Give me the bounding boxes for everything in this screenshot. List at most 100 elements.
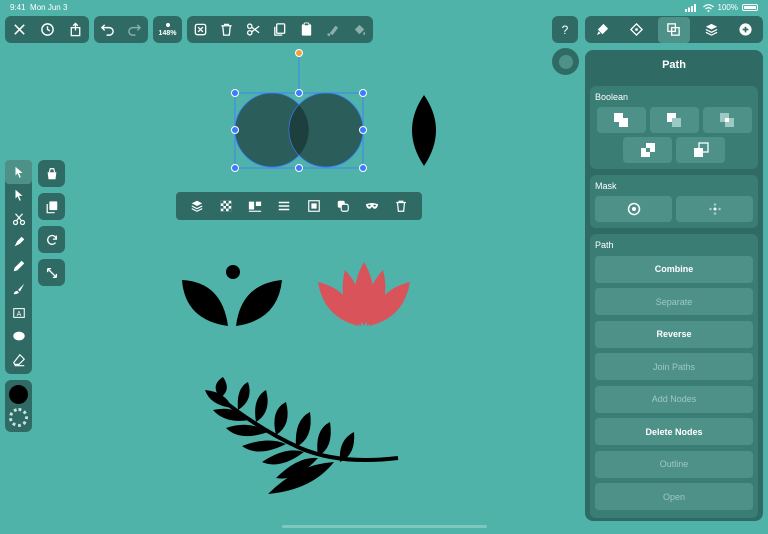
unmask-button[interactable] bbox=[676, 196, 753, 222]
mask-label: Mask bbox=[595, 181, 617, 191]
mask-button[interactable] bbox=[595, 196, 672, 222]
status-bar: 9:41 Mon Jun 3 100% bbox=[0, 0, 768, 14]
rotate-button[interactable] bbox=[38, 226, 65, 253]
union-button[interactable] bbox=[596, 107, 646, 133]
scissors-tool[interactable] bbox=[5, 207, 32, 231]
undo-icon[interactable] bbox=[95, 17, 121, 43]
reverse-button[interactable]: Reverse bbox=[595, 320, 753, 348]
wifi-icon bbox=[702, 3, 714, 12]
scissors-icon bbox=[12, 213, 25, 225]
scissors-icon[interactable] bbox=[240, 17, 266, 43]
context-toolbar bbox=[176, 192, 422, 220]
basket-icon bbox=[47, 167, 56, 179]
add-nodes-button[interactable]: Add Nodes bbox=[595, 385, 753, 413]
selection-options-button[interactable] bbox=[38, 160, 65, 187]
color-well bbox=[5, 380, 32, 432]
color-swatch-icon bbox=[558, 54, 573, 69]
status-time: 9:41 Mon Jun 3 bbox=[10, 3, 68, 12]
pen-tool[interactable] bbox=[5, 231, 32, 255]
divide-button[interactable] bbox=[676, 137, 725, 163]
branch-shape bbox=[205, 377, 399, 494]
path-label: Path bbox=[595, 240, 614, 250]
redo-icon[interactable] bbox=[122, 17, 148, 43]
duplicate-icon bbox=[46, 200, 57, 213]
paint-icon[interactable] bbox=[320, 17, 346, 43]
trash-icon[interactable] bbox=[214, 17, 240, 43]
file-toolbar bbox=[5, 16, 89, 43]
close-icon[interactable] bbox=[6, 17, 32, 43]
pen-icon bbox=[14, 237, 24, 247]
pencil-tool[interactable] bbox=[5, 254, 32, 278]
node-tool[interactable] bbox=[5, 184, 32, 208]
selection-bounds[interactable] bbox=[231, 49, 367, 172]
trash-icon[interactable] bbox=[394, 199, 408, 213]
node-arrow-icon bbox=[15, 190, 22, 201]
brush-icon bbox=[13, 284, 24, 295]
ellipse-tool[interactable] bbox=[5, 325, 32, 349]
mask-circle-icon bbox=[627, 202, 640, 216]
intersect-button[interactable] bbox=[702, 107, 752, 133]
share-icon[interactable] bbox=[62, 17, 88, 43]
distribute-icon[interactable] bbox=[277, 199, 291, 213]
selection-tool[interactable] bbox=[5, 160, 32, 184]
boolean-section: Boolean bbox=[590, 86, 758, 169]
pencil-icon bbox=[13, 260, 24, 271]
divide-icon bbox=[693, 142, 709, 157]
subtract-icon bbox=[667, 113, 681, 127]
paste-icon[interactable] bbox=[294, 17, 320, 43]
unmask-icon bbox=[708, 203, 721, 215]
layers-icon[interactable] bbox=[190, 199, 204, 213]
copy-icon[interactable] bbox=[267, 17, 293, 43]
inspector-toolbar bbox=[585, 16, 763, 43]
node-icon[interactable] bbox=[624, 17, 650, 43]
layers-icon[interactable] bbox=[698, 17, 724, 43]
home-indicator[interactable] bbox=[282, 525, 487, 528]
text-tool[interactable]: A bbox=[5, 301, 32, 325]
eraser-tool[interactable] bbox=[5, 348, 32, 372]
battery-percent: 100% bbox=[717, 3, 738, 12]
exclude-button[interactable] bbox=[623, 137, 672, 163]
edit-toolbar bbox=[187, 16, 373, 43]
lotus-shape bbox=[318, 262, 410, 326]
undo-toolbar bbox=[94, 16, 148, 43]
rotation-handle bbox=[295, 49, 303, 57]
stroke-color-swatch[interactable] bbox=[9, 408, 28, 427]
selected-circles[interactable] bbox=[234, 92, 364, 168]
outline-button[interactable]: Outline bbox=[595, 450, 753, 478]
exclude-icon bbox=[640, 143, 655, 157]
align-icon[interactable] bbox=[248, 199, 262, 213]
deselect-icon[interactable] bbox=[187, 17, 213, 43]
fill-icon[interactable] bbox=[347, 17, 373, 43]
arrange-icon[interactable] bbox=[336, 199, 350, 213]
selection-arrow-icon bbox=[15, 166, 22, 178]
zoom-control[interactable]: 148% bbox=[153, 16, 182, 43]
text-icon: A bbox=[12, 307, 25, 318]
open-button[interactable]: Open bbox=[595, 483, 753, 510]
subtract-button[interactable] bbox=[649, 107, 699, 133]
tool-bar: A bbox=[5, 160, 32, 374]
mask-section: Mask bbox=[590, 175, 758, 228]
battery-icon bbox=[742, 4, 758, 11]
transparency-icon[interactable] bbox=[219, 199, 233, 213]
ellipse-icon bbox=[12, 331, 25, 341]
resize-icon bbox=[46, 267, 57, 278]
resize-button[interactable] bbox=[38, 259, 65, 286]
bounds-icon[interactable] bbox=[307, 199, 321, 213]
color-picker-button[interactable] bbox=[552, 48, 579, 75]
eraser-icon bbox=[12, 353, 25, 367]
help-button[interactable]: ? bbox=[552, 16, 578, 43]
separate-button[interactable]: Separate bbox=[595, 288, 753, 315]
brush-tool[interactable] bbox=[5, 278, 32, 302]
path-section: Path Combine Separate Reverse Join Paths… bbox=[590, 234, 758, 518]
boolean-icon[interactable] bbox=[657, 16, 690, 43]
combine-button[interactable]: Combine bbox=[595, 255, 753, 283]
duplicate-button[interactable] bbox=[38, 193, 65, 220]
boolean-label: Boolean bbox=[595, 92, 629, 102]
delete-nodes-button[interactable]: Delete Nodes bbox=[595, 418, 753, 445]
brush-style-icon[interactable] bbox=[589, 17, 615, 43]
history-icon[interactable] bbox=[34, 17, 60, 43]
join-paths-button[interactable]: Join Paths bbox=[595, 353, 753, 380]
add-icon[interactable] bbox=[733, 17, 759, 43]
mask-icon[interactable] bbox=[365, 199, 379, 213]
fill-color-swatch[interactable] bbox=[9, 385, 28, 404]
